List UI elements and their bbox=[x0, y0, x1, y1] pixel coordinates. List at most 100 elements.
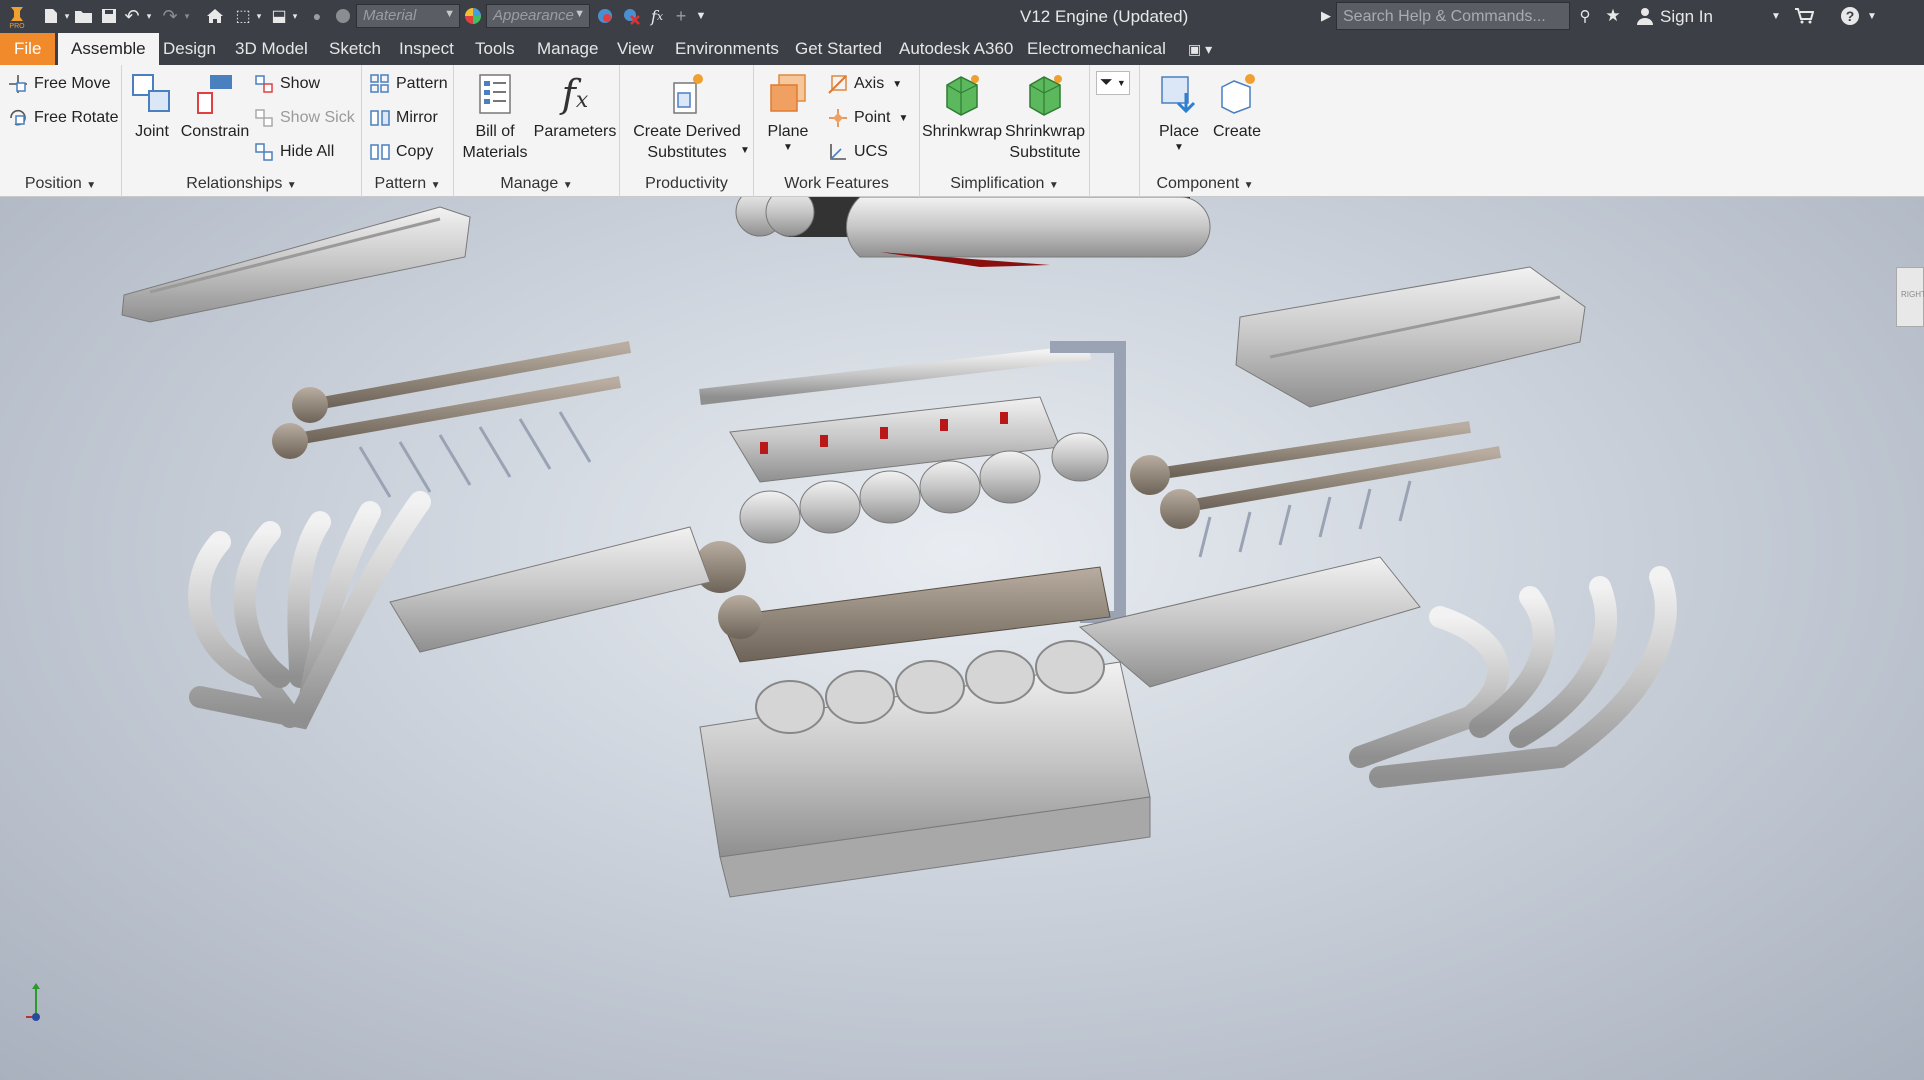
axis-button[interactable]: Axis ▼ bbox=[828, 74, 902, 94]
joint-button[interactable]: Joint bbox=[130, 71, 174, 142]
tab-design[interactable]: Design bbox=[150, 33, 229, 65]
engine-block[interactable] bbox=[699, 640, 1151, 898]
point-button[interactable]: Point ▼ bbox=[828, 108, 908, 128]
design-doctor-icon[interactable]: ● bbox=[306, 5, 328, 27]
select-icon[interactable]: ⬓ bbox=[268, 5, 290, 27]
fx-parameters-icon[interactable]: fx bbox=[646, 5, 668, 27]
bill-of-materials-button[interactable]: Bill of Materials bbox=[462, 71, 528, 163]
signin-dropdown-icon[interactable]: ▼ bbox=[1770, 5, 1782, 27]
customize-dropdown-icon[interactable]: ▼ bbox=[694, 5, 708, 27]
material-dropdown[interactable]: Material ▼ bbox=[356, 4, 460, 28]
favorites-star-icon[interactable]: ★ bbox=[1602, 5, 1624, 27]
show-button[interactable]: Show bbox=[254, 74, 320, 94]
panel-component-label[interactable]: Component ▼ bbox=[1140, 175, 1270, 193]
constrain-button[interactable]: Constrain bbox=[180, 71, 250, 142]
user-icon bbox=[1634, 5, 1656, 27]
plane-button[interactable]: Plane ▼ bbox=[760, 71, 816, 154]
undo-dropdown-icon[interactable]: ▾ bbox=[144, 5, 154, 27]
tab-manage[interactable]: Manage bbox=[524, 33, 611, 65]
help-dropdown-icon[interactable]: ▼ bbox=[1866, 5, 1878, 27]
panel-work-features-title: Work Features bbox=[784, 175, 889, 192]
bill-of-materials-icon bbox=[472, 71, 518, 117]
place-button[interactable]: Place ▼ bbox=[1154, 71, 1204, 154]
panel-relationships-label[interactable]: Relationships ▼ bbox=[122, 175, 361, 193]
cylinder-head-right[interactable] bbox=[1078, 556, 1421, 688]
app-logo[interactable]: PRO bbox=[4, 2, 30, 32]
tab-file[interactable]: File bbox=[0, 33, 56, 65]
select-dropdown-icon[interactable]: ▾ bbox=[290, 5, 300, 27]
select-filter-button[interactable]: ⏷ ▼ bbox=[1096, 71, 1130, 95]
appearance-sphere-icon[interactable] bbox=[462, 5, 484, 27]
undo-icon[interactable]: ↶ bbox=[122, 5, 142, 27]
tab-inspect[interactable]: Inspect bbox=[386, 33, 467, 65]
hide-all-icon bbox=[254, 142, 274, 162]
material-placeholder: Material bbox=[363, 7, 417, 24]
hide-all-button[interactable]: Hide All bbox=[254, 142, 334, 162]
create-button[interactable]: Create bbox=[1212, 71, 1262, 142]
tab-sketch[interactable]: Sketch bbox=[316, 33, 394, 65]
show-sick-button[interactable]: Show Sick bbox=[254, 108, 355, 128]
create-derived-substitutes-button[interactable]: Create Derived Substitutes bbox=[626, 71, 748, 163]
redo-icon[interactable]: ↷ bbox=[160, 5, 180, 27]
tab-assemble[interactable]: Assemble bbox=[58, 33, 159, 65]
camera-icon[interactable]: ▣ ▾ bbox=[1184, 33, 1216, 65]
chevron-down-icon: ▼ bbox=[86, 180, 97, 191]
viewcube[interactable]: RIGHT bbox=[1896, 267, 1924, 327]
supercharger[interactable] bbox=[735, 197, 1211, 267]
open-file-icon[interactable] bbox=[72, 5, 96, 27]
help-icon[interactable]: ? bbox=[1838, 5, 1862, 27]
panel-manage-label[interactable]: Manage ▼ bbox=[454, 175, 619, 193]
mirror-button[interactable]: Mirror bbox=[370, 108, 438, 128]
tab-view[interactable]: View bbox=[604, 33, 667, 65]
panel-simplification-label[interactable]: Simplification ▼ bbox=[920, 175, 1089, 193]
valve-cover-right[interactable] bbox=[1235, 266, 1586, 408]
redo-dropdown-icon[interactable]: ▾ bbox=[182, 5, 192, 27]
panel-pattern-label[interactable]: Pattern ▼ bbox=[362, 175, 453, 193]
free-rotate-button[interactable]: Free Rotate bbox=[8, 108, 118, 128]
binoculars-icon[interactable]: ⚲ bbox=[1574, 5, 1596, 27]
clear-appearance-icon[interactable] bbox=[620, 5, 642, 27]
plus-icon[interactable]: + bbox=[672, 5, 690, 27]
copy-button[interactable]: Copy bbox=[370, 142, 433, 162]
chevron-down-icon: ▼ bbox=[574, 8, 585, 20]
appearance-dropdown[interactable]: Appearance ▼ bbox=[486, 4, 590, 28]
camshaft-assembly-right[interactable] bbox=[1130, 421, 1502, 558]
new-dropdown-icon[interactable]: ▾ bbox=[62, 5, 72, 27]
camshaft-assembly-left[interactable] bbox=[272, 341, 632, 498]
cart-icon[interactable] bbox=[1792, 5, 1816, 27]
return-dropdown-icon[interactable]: ▾ bbox=[254, 5, 264, 27]
cylinder-head-left[interactable] bbox=[389, 526, 711, 653]
home-icon[interactable] bbox=[204, 5, 226, 27]
productivity-dropdown-icon[interactable]: ▼ bbox=[740, 145, 750, 156]
joint-icon bbox=[129, 71, 175, 117]
return-icon[interactable]: ⬚ bbox=[232, 5, 254, 27]
create-derived-substitutes-icon bbox=[664, 71, 710, 117]
graphics-viewport[interactable]: RIGHT bbox=[0, 197, 1924, 1080]
search-input[interactable]: Search Help & Commands... bbox=[1336, 2, 1570, 30]
chevron-down-icon: ▼ bbox=[1243, 180, 1254, 191]
tab-environments[interactable]: Environments bbox=[662, 33, 792, 65]
save-icon[interactable] bbox=[98, 5, 120, 27]
shrinkwrap-button[interactable]: Shrinkwrap bbox=[922, 71, 1002, 142]
tab-tools[interactable]: Tools bbox=[462, 33, 528, 65]
panel-position-label[interactable]: Position ▼ bbox=[0, 175, 121, 193]
exhaust-header-left[interactable] bbox=[188, 491, 431, 730]
free-move-button[interactable]: Free Move bbox=[8, 74, 110, 94]
tab-get-started[interactable]: Get Started bbox=[782, 33, 895, 65]
new-file-icon[interactable] bbox=[40, 5, 62, 27]
tab-3d-model[interactable]: 3D Model bbox=[222, 33, 321, 65]
update-globe-icon[interactable] bbox=[332, 5, 354, 27]
adjust-appearance-icon[interactable] bbox=[594, 5, 616, 27]
panel-simplification: Shrinkwrap Shrinkwrap Substitute Simplif… bbox=[920, 65, 1090, 197]
valve-cover-left[interactable] bbox=[121, 206, 471, 323]
ribbon-tab-bar: File Assemble Design 3D Model Sketch Ins… bbox=[0, 33, 1924, 65]
sign-in-link[interactable]: Sign In bbox=[1660, 7, 1713, 27]
tab-autodesk-a360[interactable]: Autodesk A360 bbox=[886, 33, 1026, 65]
expand-search-icon[interactable]: ▶ bbox=[1318, 5, 1334, 27]
parameters-button[interactable]: fx Parameters bbox=[534, 71, 617, 142]
pattern-button[interactable]: Pattern bbox=[370, 74, 448, 94]
copy-icon bbox=[370, 142, 390, 162]
tab-electromechanical[interactable]: Electromechanical bbox=[1014, 33, 1179, 65]
shrinkwrap-substitute-button[interactable]: Shrinkwrap Substitute bbox=[1004, 71, 1086, 163]
ucs-button[interactable]: UCS bbox=[828, 142, 888, 162]
